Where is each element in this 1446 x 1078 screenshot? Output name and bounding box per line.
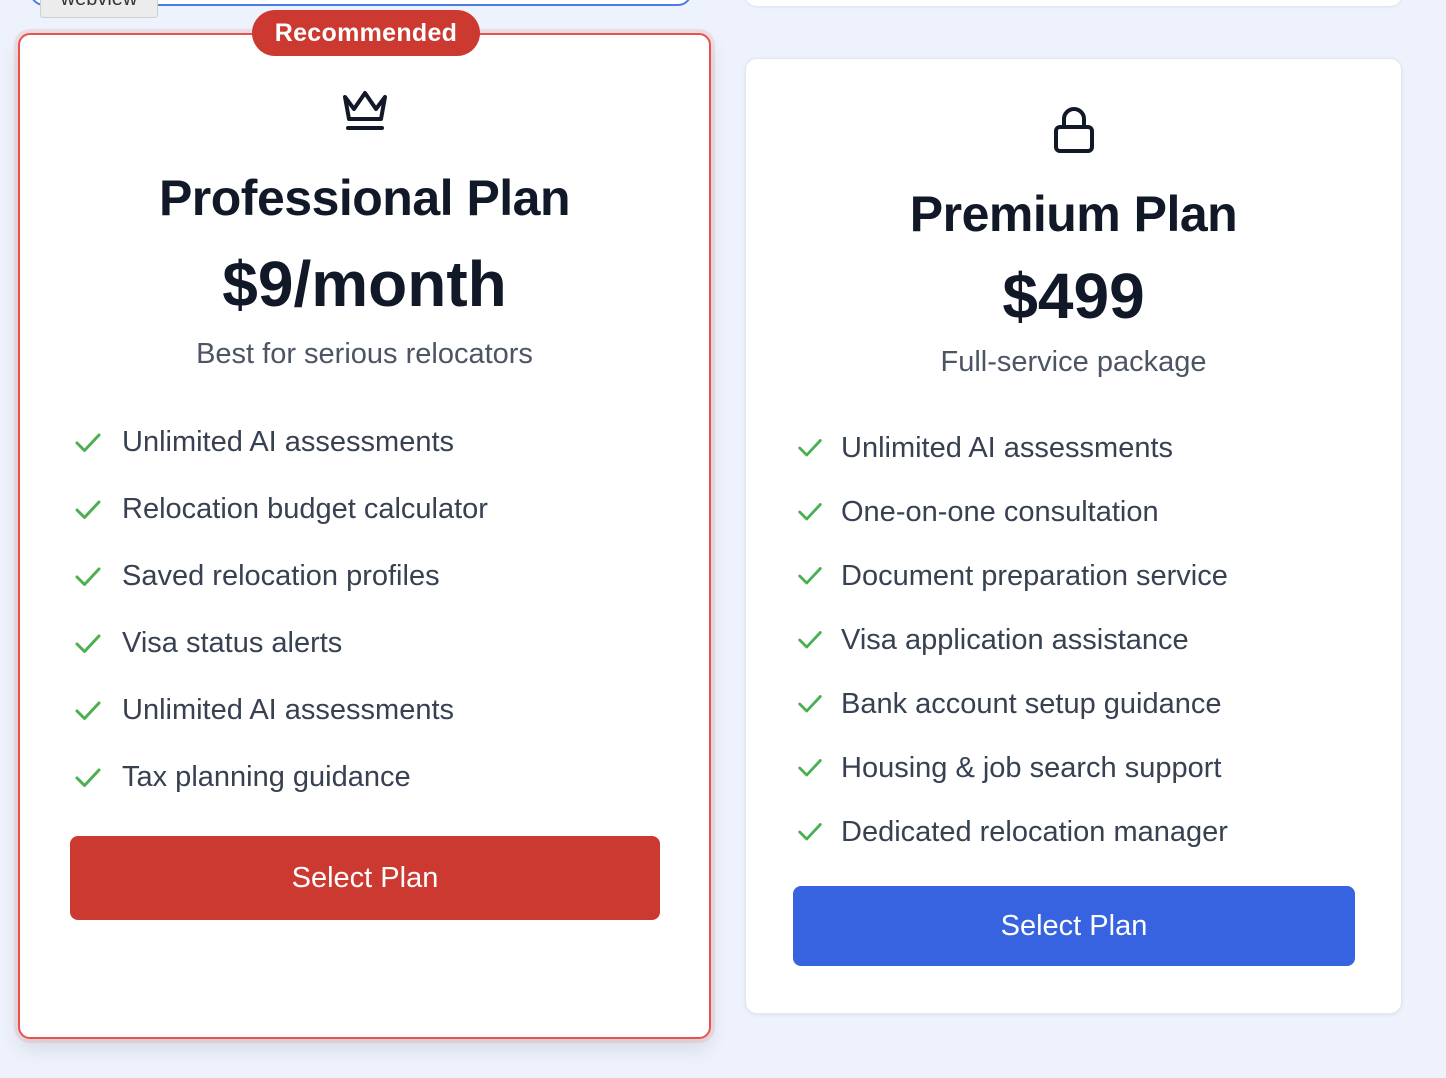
check-icon bbox=[75, 433, 101, 452]
lock-icon bbox=[1053, 107, 1094, 153]
webview-tag: webview bbox=[40, 0, 158, 18]
feature-item: Unlimited AI assessments bbox=[72, 409, 488, 476]
check-icon bbox=[75, 500, 101, 519]
check-icon bbox=[798, 439, 822, 457]
feature-label: Visa status alerts bbox=[122, 627, 343, 659]
feature-list: Unlimited AI assessments Relocation budg… bbox=[72, 409, 488, 811]
feature-label: Saved relocation profiles bbox=[122, 560, 440, 592]
feature-label: Dedicated relocation manager bbox=[841, 815, 1228, 848]
check-icon bbox=[798, 503, 822, 521]
feature-label: One-on-one consultation bbox=[841, 495, 1159, 528]
plan-price: $9/month bbox=[222, 248, 507, 320]
feature-item: Document preparation service bbox=[795, 544, 1228, 608]
check-icon bbox=[798, 759, 822, 777]
feature-label: Unlimited AI assessments bbox=[841, 431, 1174, 464]
feature-label: Visa application assistance bbox=[841, 623, 1189, 656]
feature-item: Unlimited AI assessments bbox=[72, 677, 488, 744]
feature-list: Unlimited AI assessments One-on-one cons… bbox=[795, 416, 1228, 864]
feature-label: Relocation budget calculator bbox=[122, 493, 488, 525]
feature-item: Visa status alerts bbox=[72, 610, 488, 677]
feature-item: Visa application assistance bbox=[795, 608, 1228, 672]
professional-plan-card: Recommended Professional Plan $9/month B… bbox=[18, 10, 711, 1039]
plan-price: $499 bbox=[1002, 260, 1145, 332]
feature-label: Housing & job search support bbox=[841, 751, 1222, 784]
partial-card-top bbox=[745, 0, 1402, 6]
check-icon bbox=[75, 768, 101, 787]
feature-item: Unlimited AI assessments bbox=[795, 416, 1228, 480]
plan-description: Best for serious relocators bbox=[196, 338, 533, 370]
check-icon bbox=[75, 634, 101, 653]
premium-plan-card: Premium Plan $499 Full-service package U… bbox=[745, 58, 1402, 1014]
select-plan-button[interactable]: Select Plan bbox=[793, 886, 1355, 966]
check-icon bbox=[798, 695, 822, 713]
feature-label: Unlimited AI assessments bbox=[122, 426, 455, 458]
check-icon bbox=[798, 823, 822, 841]
feature-item: One-on-one consultation bbox=[795, 480, 1228, 544]
crown-icon bbox=[342, 91, 387, 130]
select-plan-button[interactable]: Select Plan bbox=[70, 836, 660, 920]
plan-title: Professional Plan bbox=[158, 170, 571, 226]
feature-item: Dedicated relocation manager bbox=[795, 800, 1228, 864]
plan-title: Premium Plan bbox=[909, 186, 1238, 242]
feature-item: Relocation budget calculator bbox=[72, 476, 488, 543]
check-icon bbox=[798, 631, 822, 649]
feature-label: Tax planning guidance bbox=[122, 761, 411, 793]
feature-label: Document preparation service bbox=[841, 559, 1228, 592]
feature-item: Saved relocation profiles bbox=[72, 543, 488, 610]
feature-item: Bank account setup guidance bbox=[795, 672, 1228, 736]
feature-item: Tax planning guidance bbox=[72, 744, 488, 811]
check-icon bbox=[798, 567, 822, 585]
check-icon bbox=[75, 701, 101, 720]
feature-item: Housing & job search support bbox=[795, 736, 1228, 800]
recommended-badge: Recommended bbox=[252, 10, 480, 56]
feature-label: Unlimited AI assessments bbox=[122, 694, 455, 726]
check-icon bbox=[75, 567, 101, 586]
feature-label: Bank account setup guidance bbox=[841, 687, 1222, 720]
plan-description: Full-service package bbox=[940, 346, 1207, 378]
